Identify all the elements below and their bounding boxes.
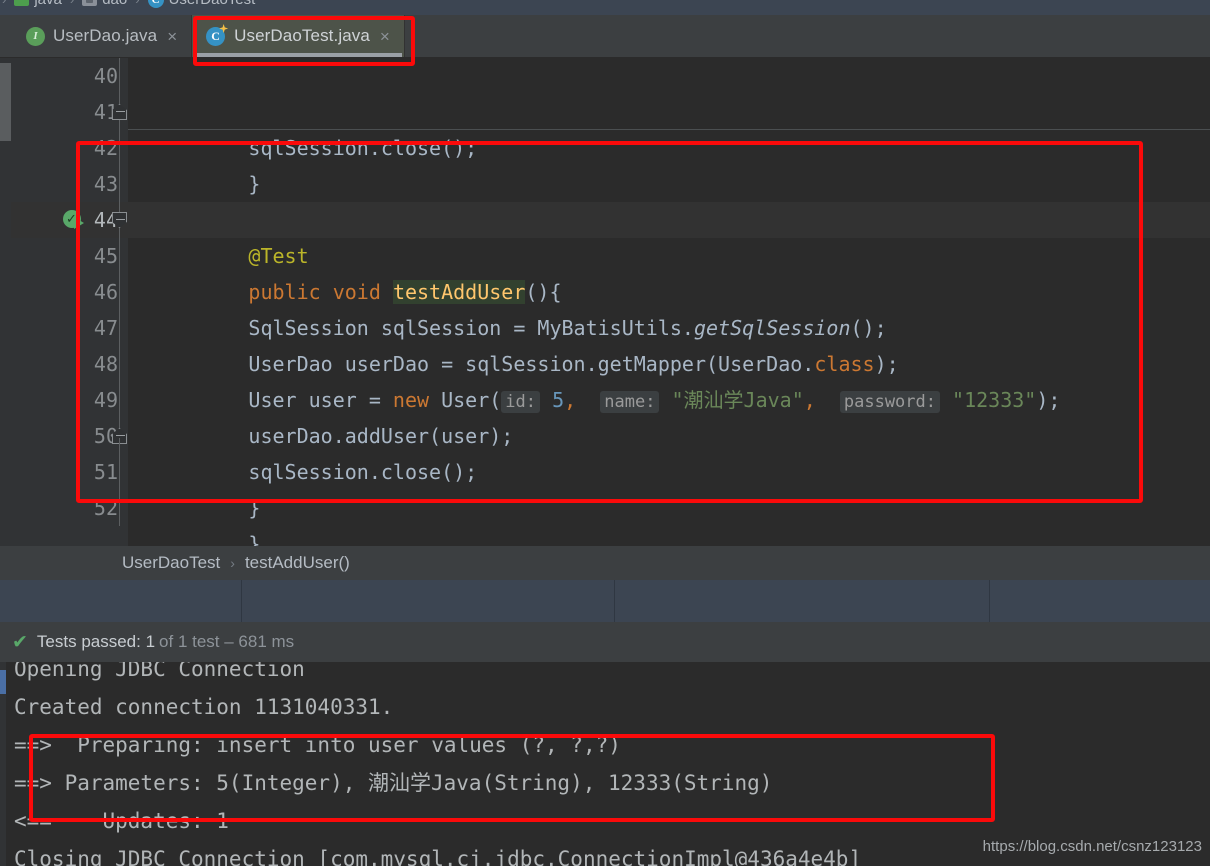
test-class-icon: C bbox=[206, 24, 229, 46]
folder-green-icon bbox=[14, 0, 30, 6]
code-editor[interactable]: 40 41 42 43 44 45 46 47 48 49 50 51 52 ✓ bbox=[0, 58, 1210, 556]
breadcrumb-label-userdaotest: UserDaoTest bbox=[169, 0, 256, 8]
code-content[interactable]: sqlSession.close(); } // 增加用户 @Test bbox=[128, 58, 1210, 556]
breadcrumb-item-userdaotest[interactable]: C UserDaoTest bbox=[147, 0, 256, 8]
code-line-52[interactable] bbox=[128, 490, 1210, 526]
console-line: Created connection 1131040331. bbox=[14, 695, 394, 719]
code-line-50[interactable]: } bbox=[128, 418, 1210, 520]
test-tree-pane[interactable] bbox=[0, 580, 242, 622]
code-line-43[interactable]: @Test bbox=[128, 166, 1210, 268]
code-line-47[interactable]: User user = new User(id: 5, name: "潮汕学Ja… bbox=[128, 310, 1210, 413]
code-line-51[interactable]: } bbox=[128, 454, 1210, 556]
test-extra-pane-b[interactable] bbox=[990, 580, 1210, 622]
breadcrumb-separator: › bbox=[68, 0, 76, 7]
console-line: <== Updates: 1 bbox=[14, 809, 229, 833]
test-detail-pane[interactable] bbox=[242, 580, 615, 622]
code-line-44[interactable]: public void testAddUser(){ bbox=[128, 202, 1210, 304]
tests-duration-label: of 1 test – 681 ms bbox=[159, 632, 295, 651]
console-line: ==> Parameters: 5(Integer), 潮汕学Java(Stri… bbox=[14, 771, 773, 795]
fold-marker-collapse-icon[interactable] bbox=[112, 104, 127, 120]
editor-marker-strip[interactable] bbox=[0, 58, 11, 546]
watermark-url: https://blog.csdn.net/csnz123123 bbox=[982, 838, 1202, 855]
test-extra-pane-a[interactable] bbox=[615, 580, 990, 622]
class-blue-icon: C bbox=[147, 0, 164, 8]
breadcrumb-label-dao: dao bbox=[102, 0, 127, 8]
intellij-window: › java › dao › C UserDaoTest I UserDao.j… bbox=[0, 0, 1210, 866]
breadcrumb-class[interactable]: UserDaoTest bbox=[122, 553, 220, 573]
run-test-passed-icon[interactable]: ✓ bbox=[63, 210, 87, 234]
scrollbar-thumb[interactable] bbox=[0, 63, 11, 141]
tab-label-userdao: UserDao.java bbox=[53, 26, 158, 45]
tests-passed-label: Tests passed: 1 bbox=[36, 632, 156, 651]
folder-grey-icon bbox=[82, 0, 98, 6]
tab-bar-spacer bbox=[0, 15, 12, 57]
tab-userdaotest-java[interactable]: C UserDaoTest.java × bbox=[192, 15, 405, 57]
tests-status-bar: ✔ Tests passed: 1 of 1 test – 681 ms bbox=[0, 622, 1210, 662]
code-line-46[interactable]: UserDao userDao = sqlSession.getMapper(U… bbox=[128, 274, 1210, 376]
breadcrumb-method[interactable]: testAddUser() bbox=[245, 553, 350, 573]
code-line-48[interactable]: userDao.addUser(user); bbox=[128, 346, 1210, 448]
code-line-45[interactable]: SqlSession sqlSession = MyBatisUtils.get… bbox=[128, 238, 1210, 340]
console-line: Opening JDBC Connection bbox=[14, 662, 305, 681]
code-line-40[interactable]: sqlSession.close(); bbox=[128, 58, 1210, 160]
fold-marker-expand-icon[interactable] bbox=[112, 212, 127, 228]
tab-label-userdaotest: UserDaoTest.java bbox=[234, 26, 370, 45]
breadcrumb-separator-icon: › bbox=[230, 555, 235, 571]
code-line-41[interactable]: } bbox=[128, 94, 1210, 196]
line-number-gutter: 40 41 42 43 44 45 46 47 48 49 50 51 52 ✓ bbox=[11, 58, 128, 546]
editor-tab-bar: I UserDao.java × C UserDaoTest.java × bbox=[0, 15, 1210, 58]
test-runner-panel[interactable] bbox=[0, 580, 1210, 622]
interface-icon: I bbox=[26, 26, 45, 46]
tab-userdao-java[interactable]: I UserDao.java × bbox=[12, 15, 193, 57]
breadcrumb-item-dao[interactable]: dao bbox=[82, 0, 127, 8]
breadcrumb-item-java[interactable]: java bbox=[14, 0, 62, 8]
console-output[interactable]: Opening JDBC Connection Created connecti… bbox=[0, 662, 1210, 866]
breadcrumb-separator: › bbox=[0, 0, 8, 7]
close-icon[interactable]: × bbox=[167, 28, 177, 45]
checkmark-icon: ✔ bbox=[12, 631, 28, 653]
breadcrumb-label-java: java bbox=[34, 0, 62, 8]
navigation-breadcrumb-bar: › java › dao › C UserDaoTest bbox=[0, 0, 1210, 15]
console-line: ==> Preparing: insert into user values (… bbox=[14, 733, 621, 757]
code-line-49[interactable]: sqlSession.close(); bbox=[128, 382, 1210, 484]
breadcrumb-separator: › bbox=[133, 0, 141, 7]
editor-breadcrumb: UserDaoTest › testAddUser() bbox=[0, 546, 1210, 580]
code-line-42[interactable]: // 增加用户 bbox=[128, 130, 1210, 232]
close-icon[interactable]: × bbox=[380, 28, 390, 45]
